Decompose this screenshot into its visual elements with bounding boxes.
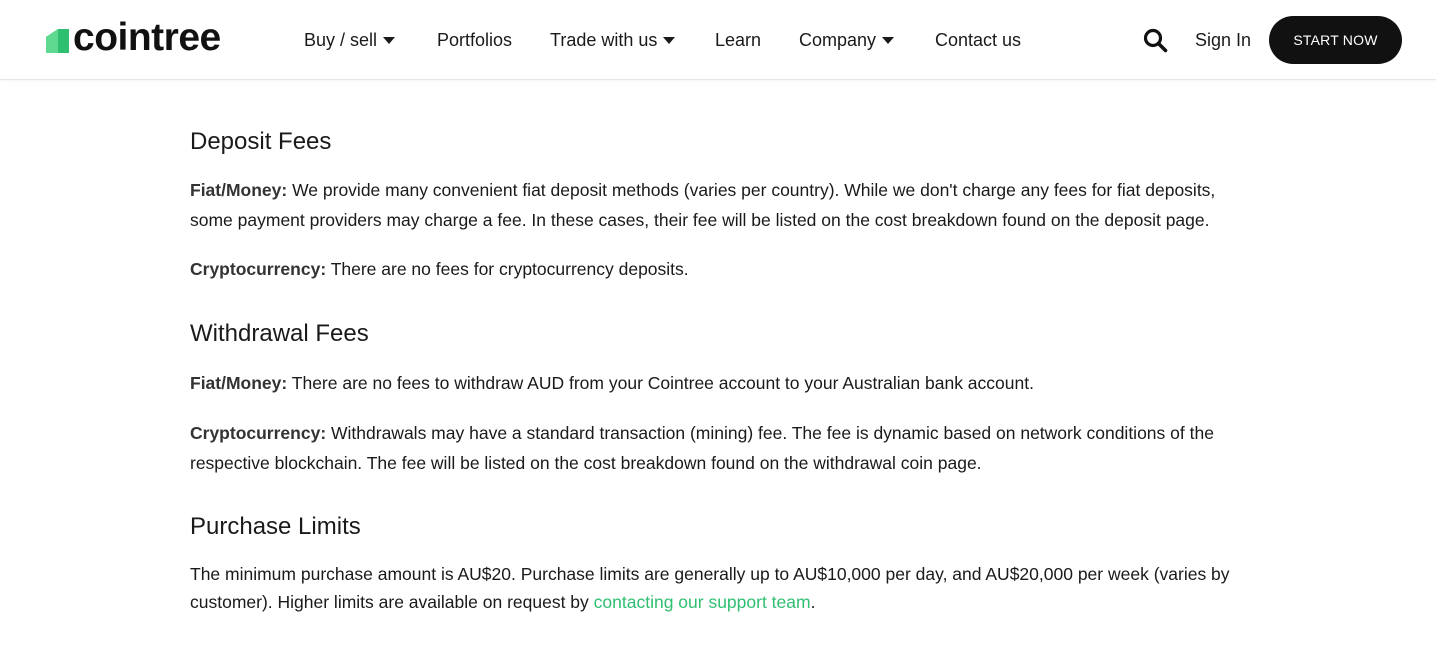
nav-portfolios[interactable]: Portfolios <box>437 28 512 52</box>
logo-leaf-icon <box>46 29 69 53</box>
nav-contact-us[interactable]: Contact us <box>935 28 1021 52</box>
deposit-fiat-paragraph: Fiat/Money: We provide many convenient f… <box>190 175 1240 235</box>
nav-learn[interactable]: Learn <box>715 28 761 52</box>
fiat-label: Fiat/Money: <box>190 180 288 200</box>
withdrawal-crypto-text: Withdrawals may have a standard transact… <box>190 423 1214 473</box>
nav-label: Learn <box>715 29 762 50</box>
deposit-crypto-paragraph: Cryptocurrency: There are no fees for cr… <box>190 254 1240 284</box>
purchase-limits-heading: Purchase Limits <box>190 513 361 540</box>
deposit-fees-heading: Deposit Fees <box>190 128 332 155</box>
nav-label: Portfolios <box>437 29 513 50</box>
start-now-button[interactable]: START NOW <box>1269 16 1402 64</box>
withdrawal-crypto-paragraph: Cryptocurrency: Withdrawals may have a s… <box>190 418 1240 478</box>
chevron-down-icon <box>663 37 676 44</box>
nav-label: Trade with us <box>550 29 658 50</box>
purchase-limits-paragraph: The minimum purchase amount is AU$20. Pu… <box>190 560 1240 616</box>
purchase-limits-end: . <box>810 592 816 612</box>
cointree-logo[interactable]: cointree <box>44 17 221 59</box>
crypto-label: Cryptocurrency: <box>190 423 327 443</box>
sign-in-link[interactable]: Sign In <box>1195 28 1251 52</box>
fiat-label: Fiat/Money: <box>190 373 288 393</box>
nav-company[interactable]: Company <box>799 28 895 52</box>
site-header: cointree Buy / sell Portfolios Trade wit… <box>0 0 1436 80</box>
deposit-crypto-text: There are no fees for cryptocurrency dep… <box>326 259 689 279</box>
withdrawal-fiat-paragraph: Fiat/Money: There are no fees to withdra… <box>190 368 1240 398</box>
search-icon[interactable] <box>1143 28 1168 53</box>
deposit-fiat-text: We provide many convenient fiat deposit … <box>190 180 1216 230</box>
nav-label: Contact us <box>935 29 1022 50</box>
nav-label: Company <box>799 29 877 50</box>
support-team-link[interactable]: contacting our support team <box>594 592 811 612</box>
chevron-down-icon <box>882 37 895 44</box>
crypto-label: Cryptocurrency: <box>190 259 327 279</box>
nav-trade-with-us[interactable]: Trade with us <box>550 28 676 52</box>
chevron-down-icon <box>383 37 396 44</box>
withdrawal-fees-heading: Withdrawal Fees <box>190 320 369 347</box>
nav-buy-sell[interactable]: Buy / sell <box>304 28 396 52</box>
nav-label: Buy / sell <box>304 29 378 50</box>
logo-text: cointree <box>73 16 221 59</box>
withdrawal-fiat-text: There are no fees to withdraw AUD from y… <box>287 373 1034 393</box>
